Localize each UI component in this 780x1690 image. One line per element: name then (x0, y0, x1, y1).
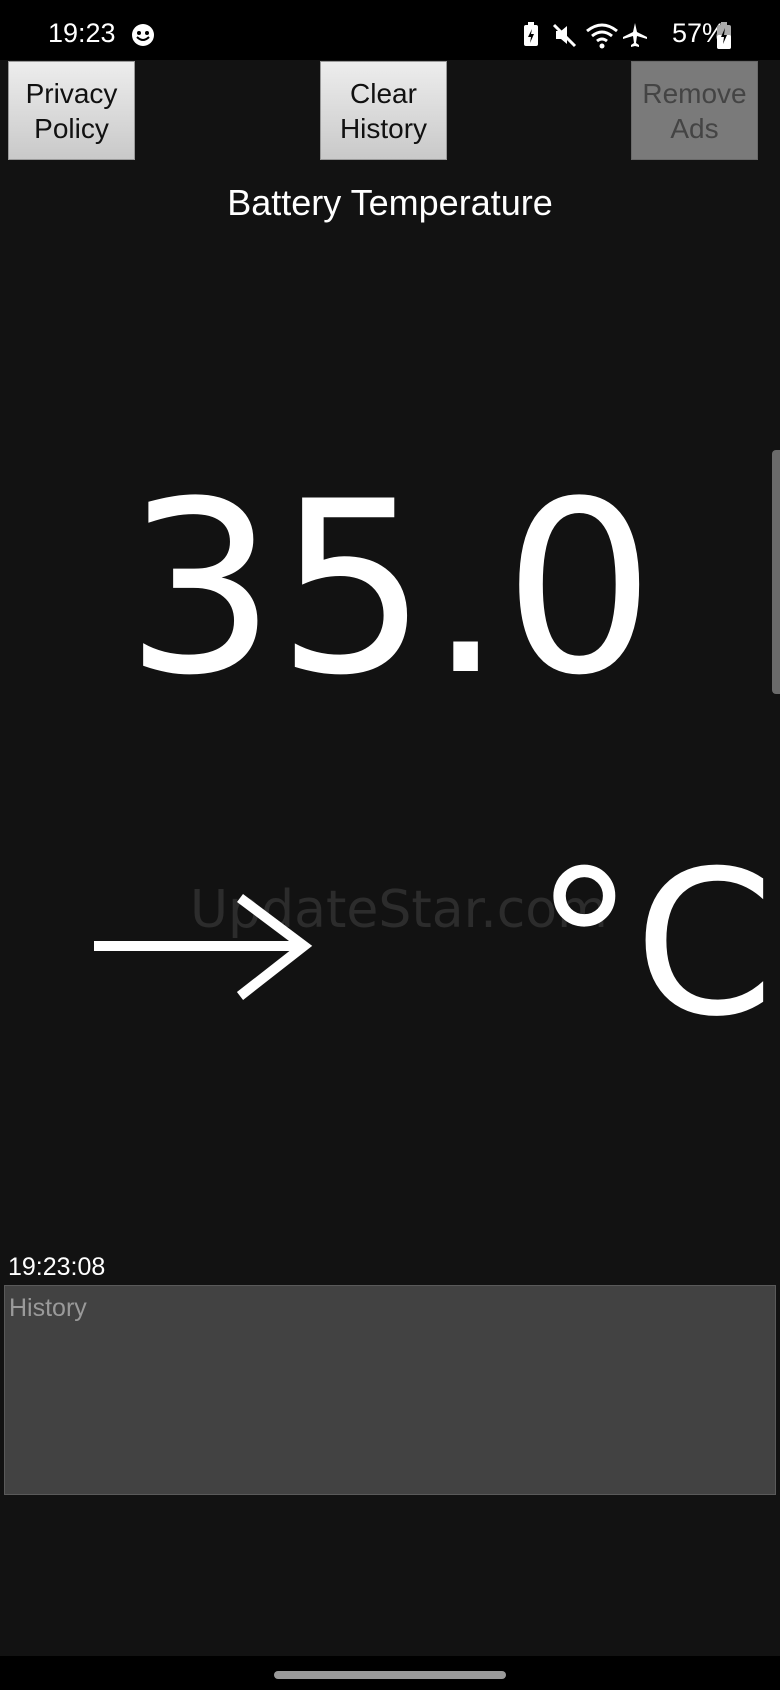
privacy-policy-button[interactable]: Privacy Policy (8, 61, 135, 160)
battery-icon (717, 22, 731, 49)
temperature-unit: °C (534, 828, 774, 1061)
history-field[interactable] (4, 1285, 776, 1495)
navigation-bar (0, 1656, 780, 1690)
airplane-icon (623, 23, 647, 47)
history-timestamp: 19:23:08 (8, 1253, 106, 1281)
status-time: 19:23 (48, 18, 116, 48)
status-bar: 19:23 57% (0, 0, 780, 60)
clear-history-button[interactable]: Clear History (320, 61, 447, 160)
mute-icon (552, 23, 577, 48)
app-screen: Privacy Policy Clear History Remove Ads … (0, 60, 780, 1656)
smiley-icon (132, 24, 154, 46)
temperature-value: 35.0 (125, 451, 655, 728)
battery-saver-icon (524, 22, 538, 46)
wifi-icon (586, 23, 618, 49)
arrow-right-icon (94, 894, 313, 1000)
home-handle[interactable] (274, 1671, 506, 1679)
page-title: Battery Temperature (227, 182, 553, 223)
remove-ads-button[interactable]: Remove Ads (631, 61, 758, 160)
